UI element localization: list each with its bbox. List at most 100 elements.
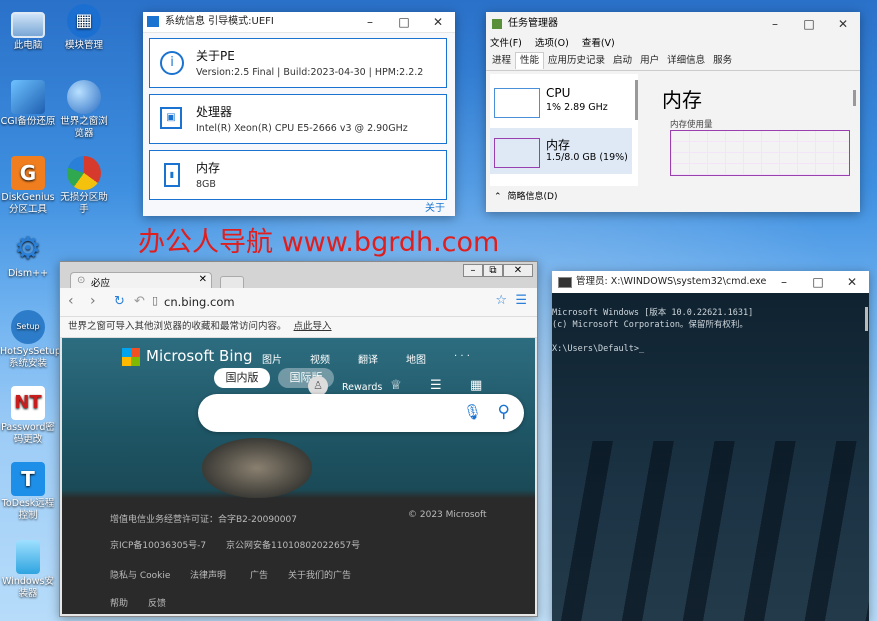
tab-users[interactable]: 用户: [636, 53, 663, 69]
close-icon[interactable]: ✕: [835, 271, 869, 293]
nav-videos[interactable]: 视频: [310, 351, 330, 366]
import-link[interactable]: 点此导入: [294, 321, 332, 332]
desktop-icon-partition-assistant[interactable]: 无损分区助手: [56, 156, 112, 216]
desktop-icon-label: CGI备份还原: [0, 116, 56, 127]
desktop-icon-hotsyssetup[interactable]: Setup HotSysSetup系统安装: [0, 310, 61, 370]
undo-icon[interactable]: ↶: [134, 294, 145, 309]
brief-info-toggle[interactable]: ⌃ 简略信息(D): [494, 189, 558, 202]
menu-view[interactable]: 查看(V): [582, 38, 615, 49]
bing-page: Microsoft Bing 图片 视频 翻译 地图 · · · 国内版 国际版…: [62, 338, 535, 614]
sysinfo-card-memory[interactable]: ▮ 内存 8GB: [149, 150, 447, 200]
card-detail: Version:2.5 Final | Build:2023-04-30 | H…: [196, 67, 424, 78]
cpu-icon: ▣: [160, 107, 182, 129]
desktop-icon-diskgenius[interactable]: G DiskGenius分区工具: [0, 156, 56, 216]
desktop-icon-label: DiskGenius分区工具: [1, 192, 55, 215]
trophy-icon[interactable]: ♕: [390, 378, 402, 393]
rewards-label[interactable]: Rewards: [342, 382, 382, 393]
info-icon: i: [160, 51, 184, 75]
cmd-scrollbar[interactable]: [865, 307, 868, 331]
about-link[interactable]: 关于: [425, 199, 445, 214]
minimize-icon[interactable]: –: [758, 12, 792, 36]
browser-tab-bing[interactable]: ⊙ 必应 ✕: [70, 272, 212, 289]
star-icon[interactable]: ☆: [495, 293, 507, 308]
tab-details[interactable]: 详细信息: [663, 53, 709, 69]
sysinfo-card-cpu[interactable]: ▣ 处理器 Intel(R) Xeon(R) CPU E5-2666 v3 @ …: [149, 94, 447, 144]
nav-images[interactable]: 图片: [262, 351, 282, 366]
card-title: 内存: [196, 161, 221, 175]
footer-police[interactable]: 京公网安备11010802022657号: [226, 538, 360, 551]
close-icon[interactable]: ✕: [421, 12, 455, 32]
footer-help[interactable]: 帮助: [110, 596, 128, 609]
diskgenius-icon: G: [11, 156, 45, 190]
close-icon[interactable]: ✕: [826, 12, 860, 36]
maximize-icon[interactable]: □: [801, 271, 835, 293]
refresh-icon[interactable]: ↻: [114, 294, 125, 309]
tab-app-history[interactable]: 应用历史记录: [544, 53, 609, 69]
desktop-icon-this-pc[interactable]: 此电脑: [0, 6, 56, 52]
menu-options[interactable]: 选项(O): [535, 38, 569, 49]
cgi-backup-icon: [11, 80, 45, 114]
perf-item-memory[interactable]: 内存 1.5/8.0 GB (19%): [490, 128, 632, 174]
close-icon[interactable]: ✕: [503, 264, 533, 277]
footer-about-ads[interactable]: 关于我们的广告: [288, 568, 351, 581]
back-icon[interactable]: ‹: [68, 293, 74, 309]
desktop-icon-dism[interactable]: ⚙ Dism++: [0, 232, 56, 280]
desktop-icon-todesk[interactable]: T ToDesk远程控制: [0, 462, 56, 522]
microphone-icon[interactable]: 🎙: [463, 403, 482, 421]
import-bar: 世界之窗可导入其他浏览器的收藏和最常访问内容。 点此导入: [60, 317, 537, 338]
tab-startup[interactable]: 启动: [609, 53, 636, 69]
partition-assistant-icon: [67, 156, 101, 190]
card-detail: Intel(R) Xeon(R) CPU E5-2666 v3 @ 2.90GH…: [196, 123, 408, 134]
desktop-icon-label: Windows安装器: [2, 576, 54, 599]
footer-privacy[interactable]: 隐私与 Cookie: [110, 568, 170, 581]
memory-usage-graph: [670, 130, 850, 176]
desktop-icon-label: 此电脑: [13, 40, 43, 51]
user-avatar-icon[interactable]: ♙: [308, 376, 328, 396]
footer-license[interactable]: 增值电信业务经营许可证：合字B2-20090007: [110, 512, 297, 525]
tab-china[interactable]: 国内版: [214, 368, 270, 388]
menu-file[interactable]: 文件(F): [490, 38, 522, 49]
hamburger-icon[interactable]: ☰: [430, 378, 442, 393]
minimize-icon[interactable]: –: [767, 271, 801, 293]
address-bar[interactable]: cn.bing.com: [164, 295, 235, 309]
menu-icon[interactable]: ☰: [515, 293, 527, 308]
tab-processes[interactable]: 进程: [488, 53, 515, 69]
maximize-icon[interactable]: □: [387, 12, 421, 32]
memory-icon: ▮: [164, 163, 180, 187]
forward-icon[interactable]: ›: [90, 293, 96, 309]
nav-translate[interactable]: 翻译: [358, 351, 378, 366]
desktop-icon-windows-installer[interactable]: Windows安装器: [0, 540, 56, 600]
tab-services[interactable]: 服务: [709, 53, 736, 69]
minimize-icon[interactable]: –: [353, 12, 387, 32]
desktop-icon-module-manager[interactable]: ▦ 模块管理: [56, 4, 112, 52]
maximize-icon[interactable]: □: [792, 12, 826, 36]
desktop-icon-cgi[interactable]: CGI备份还原: [0, 80, 56, 128]
footer-icp[interactable]: 京ICP备10036305号-7: [110, 538, 206, 551]
tab-close-icon[interactable]: ✕: [199, 274, 207, 285]
footer-legal[interactable]: 法律声明: [190, 568, 226, 581]
card-title: 关于PE: [196, 49, 235, 63]
cmd-console[interactable]: Microsoft Windows [版本 10.0.22621.1631] (…: [552, 293, 869, 621]
forest-backdrop: [552, 441, 869, 621]
qr-code-icon[interactable]: ▦: [470, 378, 482, 393]
desktop-icon-password[interactable]: NT Password密码更改: [0, 386, 56, 446]
search-input[interactable]: 🎙 ⚲: [198, 394, 524, 432]
restore-icon[interactable]: ⧉: [483, 264, 503, 277]
cmd-prompt: X:\Users\Default>: [552, 344, 639, 354]
desktop-icon-label: Password密码更改: [1, 422, 55, 445]
desktop-icon-theworld-browser[interactable]: 世界之窗浏览器: [56, 80, 112, 140]
sysinfo-card-about[interactable]: i 关于PE Version:2.5 Final | Build:2023-04…: [149, 38, 447, 88]
bing-logo[interactable]: Microsoft Bing: [146, 347, 253, 365]
detail-scrollbar[interactable]: [853, 90, 856, 106]
module-manager-icon: ▦: [67, 4, 101, 38]
nav-more[interactable]: · · ·: [454, 351, 470, 362]
tab-performance[interactable]: 性能: [515, 52, 545, 69]
perf-item-cpu[interactable]: CPU 1% 2.89 GHz: [490, 74, 634, 126]
cmd-line-version: Microsoft Windows [版本 10.0.22621.1631]: [552, 308, 754, 318]
nav-maps[interactable]: 地图: [406, 351, 426, 366]
minimize-icon[interactable]: –: [463, 264, 483, 277]
search-icon[interactable]: ⚲: [498, 402, 510, 422]
footer-feedback[interactable]: 反馈: [148, 596, 166, 609]
sidebar-scrollbar[interactable]: [635, 80, 638, 120]
footer-ads[interactable]: 广告: [250, 568, 268, 581]
